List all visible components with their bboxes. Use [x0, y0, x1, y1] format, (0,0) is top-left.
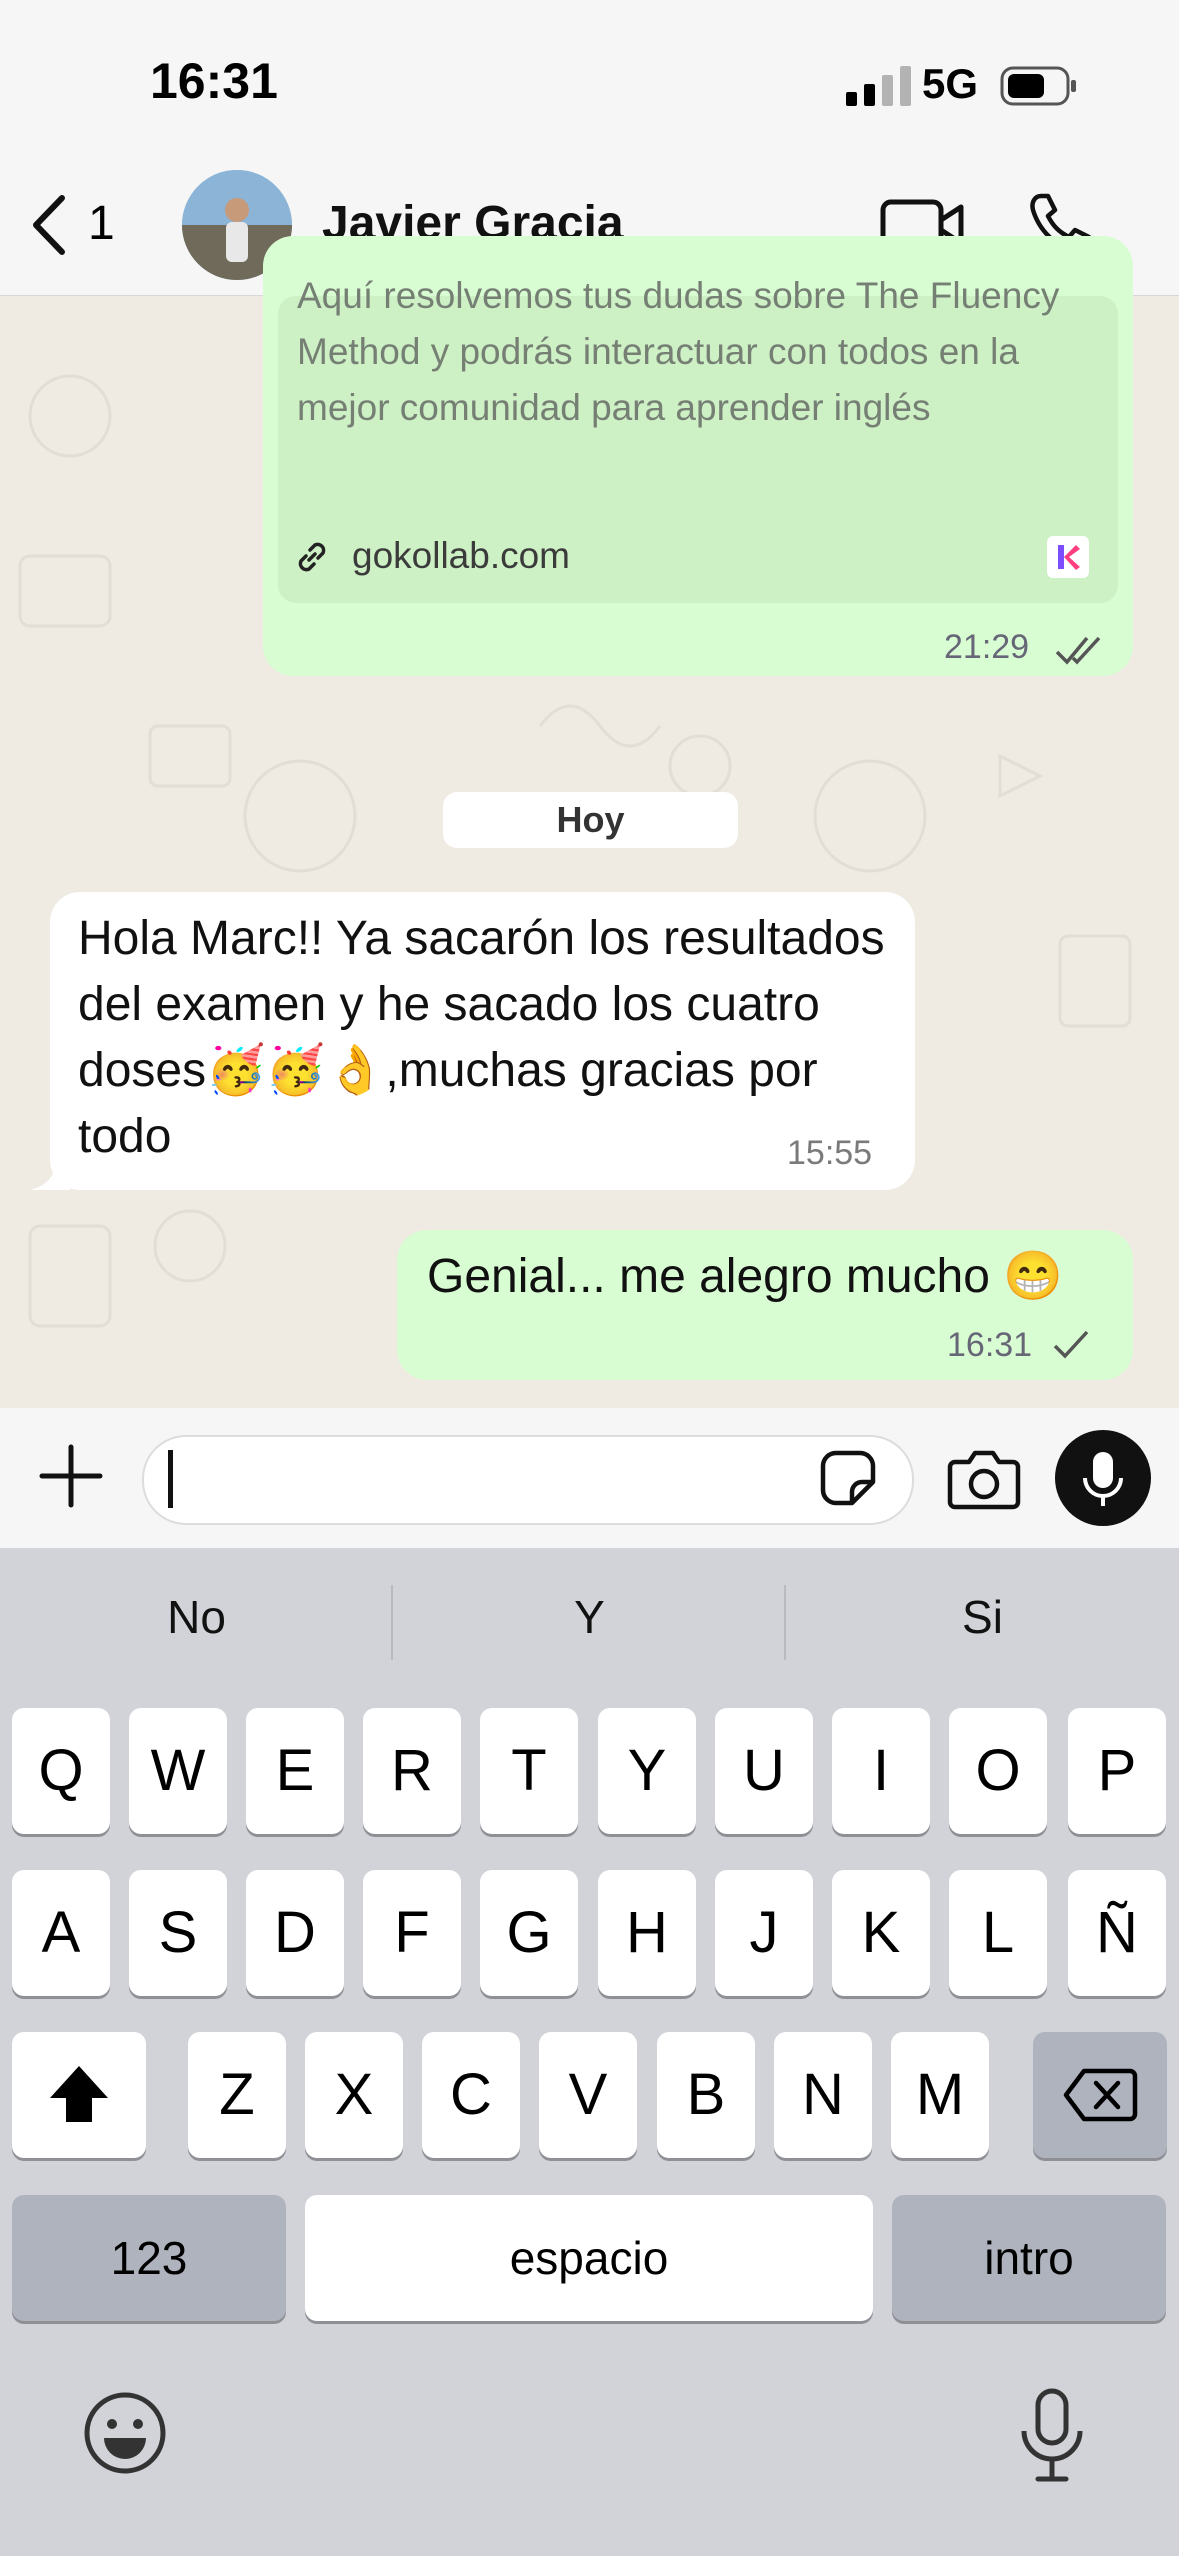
- key-p[interactable]: P: [1068, 1708, 1166, 1834]
- key-g[interactable]: G: [480, 1870, 578, 1996]
- shift-key[interactable]: [12, 2032, 146, 2158]
- key-x[interactable]: X: [305, 2032, 403, 2158]
- text-cursor: [168, 1450, 173, 1508]
- attach-plus-icon[interactable]: [38, 1443, 104, 1509]
- key-s[interactable]: S: [129, 1870, 227, 1996]
- key-n[interactable]: N: [774, 2032, 872, 2158]
- key-l[interactable]: L: [949, 1870, 1047, 1996]
- key-b[interactable]: B: [657, 2032, 755, 2158]
- dictation-microphone-icon[interactable]: [1010, 2385, 1094, 2485]
- return-key[interactable]: intro: [892, 2195, 1166, 2321]
- microphone-icon: [1083, 1452, 1123, 1506]
- key-d[interactable]: D: [246, 1870, 344, 1996]
- message-time: 15:55: [787, 1134, 873, 1172]
- key-k[interactable]: K: [832, 1870, 930, 1996]
- key-o[interactable]: O: [949, 1708, 1047, 1834]
- signal-icon: [846, 66, 911, 106]
- suggestion-2[interactable]: Y: [393, 1590, 786, 1644]
- key-y[interactable]: Y: [598, 1708, 696, 1834]
- link-preview-url[interactable]: gokollab.com: [352, 535, 570, 577]
- double-check-read-icon: [1055, 636, 1101, 665]
- backspace-key[interactable]: [1033, 2032, 1167, 2158]
- network-label: 5G: [922, 60, 979, 107]
- battery-icon: [1000, 66, 1076, 106]
- unread-count[interactable]: 1: [88, 196, 115, 251]
- back-chevron-icon[interactable]: [20, 190, 90, 260]
- key-i[interactable]: I: [832, 1708, 930, 1834]
- key-e[interactable]: E: [246, 1708, 344, 1834]
- key-enye[interactable]: Ñ: [1068, 1870, 1166, 1996]
- date-separator: Hoy: [443, 792, 738, 848]
- single-check-sent-icon: [1053, 1330, 1089, 1359]
- key-v[interactable]: V: [539, 2032, 637, 2158]
- numbers-key[interactable]: 123: [12, 2195, 286, 2321]
- key-r[interactable]: R: [363, 1708, 461, 1834]
- key-a[interactable]: A: [12, 1870, 110, 1996]
- key-u[interactable]: U: [715, 1708, 813, 1834]
- bubble-tail: [30, 1156, 70, 1190]
- message-time: 21:29: [944, 628, 1030, 666]
- key-m[interactable]: M: [891, 2032, 989, 2158]
- camera-icon[interactable]: [947, 1448, 1021, 1510]
- status-time: 16:31: [150, 53, 278, 109]
- emoji-icon[interactable]: [82, 2390, 168, 2476]
- key-w[interactable]: W: [129, 1708, 227, 1834]
- key-j[interactable]: J: [715, 1870, 813, 1996]
- backspace-icon: [1063, 2068, 1138, 2122]
- key-z[interactable]: Z: [188, 2032, 286, 2158]
- shift-arrow-icon: [50, 2066, 108, 2122]
- key-q[interactable]: Q: [12, 1708, 110, 1834]
- incoming-message-text: Hola Marc!! Ya sacarón los resultados de…: [78, 912, 885, 1163]
- link-preview-description: Aquí resolvemos tus dudas sobre The Flue…: [297, 275, 1060, 428]
- link-icon: [298, 542, 326, 572]
- key-c[interactable]: C: [422, 2032, 520, 2158]
- space-key[interactable]: espacio: [305, 2195, 873, 2321]
- voice-note-button[interactable]: [1055, 1430, 1151, 1526]
- key-t[interactable]: T: [480, 1708, 578, 1834]
- site-logo-icon: [1047, 536, 1089, 578]
- suggestion-3[interactable]: Si: [786, 1590, 1179, 1644]
- suggestion-1[interactable]: No: [0, 1590, 393, 1644]
- sticker-icon[interactable]: [818, 1448, 878, 1508]
- message-time: 16:31: [947, 1326, 1033, 1364]
- message-input[interactable]: [142, 1435, 914, 1525]
- outgoing-message-text: Genial... me alegro mucho 😁: [427, 1250, 1064, 1303]
- key-f[interactable]: F: [363, 1870, 461, 1996]
- key-h[interactable]: H: [598, 1870, 696, 1996]
